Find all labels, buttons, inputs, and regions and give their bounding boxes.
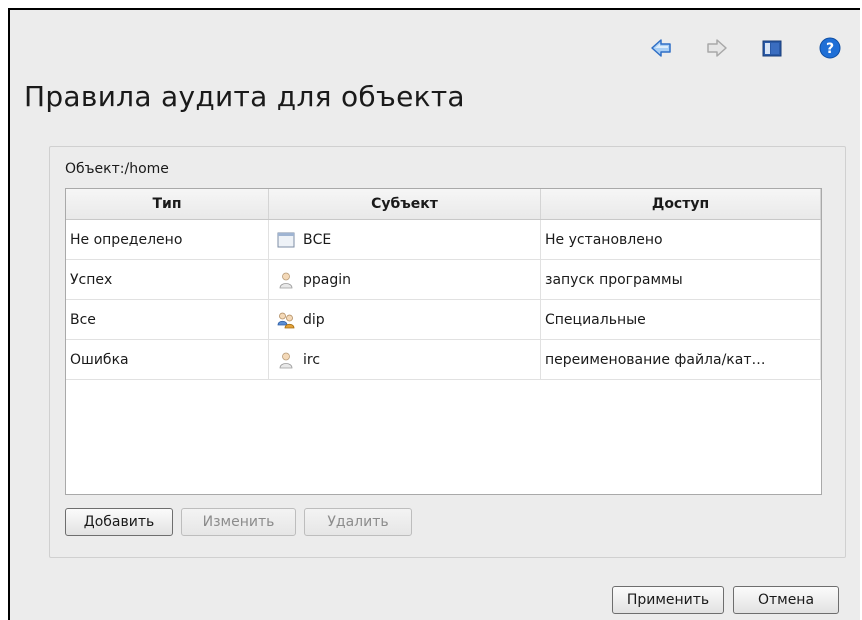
column-header-access[interactable]: Доступ (541, 189, 821, 219)
cell-type: Ошибка (66, 340, 269, 379)
back-arrow-icon[interactable] (650, 37, 672, 59)
audit-rules-window: ? Правила аудита для объекта Объект:/hom… (8, 8, 860, 620)
subject-name: dip (303, 311, 325, 328)
table-row[interactable]: Успех ppagin запуск программы (66, 260, 821, 300)
cell-subject: ppagin (269, 260, 541, 299)
cancel-button[interactable]: Отмена (733, 586, 839, 614)
page-title: Правила аудита для объекта (24, 80, 465, 113)
panel-icon[interactable] (761, 37, 783, 59)
table-header: Тип Субъект Доступ (66, 189, 821, 220)
forward-arrow-icon[interactable] (706, 37, 728, 59)
user-icon (277, 351, 295, 369)
subject-name: irc (303, 351, 321, 368)
table-row[interactable]: Не определено ВСЕ Не установлено (66, 220, 821, 260)
edit-button[interactable]: Изменить (181, 508, 296, 536)
dialog-footer: Применить Отмена (612, 586, 839, 614)
table-actions: Добавить Изменить Удалить (65, 508, 420, 536)
object-path-label: Объект:/home (65, 161, 169, 177)
cell-subject: irc (269, 340, 541, 379)
cell-type: Успех (66, 260, 269, 299)
apply-button[interactable]: Применить (612, 586, 724, 614)
subject-name: ВСЕ (303, 231, 332, 248)
cell-type: Не определено (66, 220, 269, 259)
user-icon (277, 271, 295, 289)
cell-access: Не установлено (541, 220, 821, 259)
nav-toolbar: ? (650, 37, 841, 59)
add-button[interactable]: Добавить (65, 508, 173, 536)
window-icon (277, 231, 295, 249)
delete-button[interactable]: Удалить (304, 508, 412, 536)
cell-access: переименование файла/кат… (541, 340, 821, 379)
subject-name: ppagin (303, 271, 352, 288)
svg-text:?: ? (826, 41, 834, 57)
cell-access: запуск программы (541, 260, 821, 299)
table-row[interactable]: Ошибка irc переименование файла/кат… (66, 340, 821, 380)
help-icon[interactable]: ? (819, 37, 841, 59)
table-row[interactable]: Все dip Специальные (66, 300, 821, 340)
cell-subject: ВСЕ (269, 220, 541, 259)
cell-type: Все (66, 300, 269, 339)
cell-subject: dip (269, 300, 541, 339)
group-icon (277, 311, 295, 329)
audit-rules-table[interactable]: Тип Субъект Доступ Не определено ВСЕ Не … (65, 188, 822, 495)
object-group-box: Объект:/home Тип Субъект Доступ Не опред… (49, 146, 846, 558)
column-header-type[interactable]: Тип (66, 189, 269, 219)
column-header-subject[interactable]: Субъект (269, 189, 541, 219)
cell-access: Специальные (541, 300, 821, 339)
